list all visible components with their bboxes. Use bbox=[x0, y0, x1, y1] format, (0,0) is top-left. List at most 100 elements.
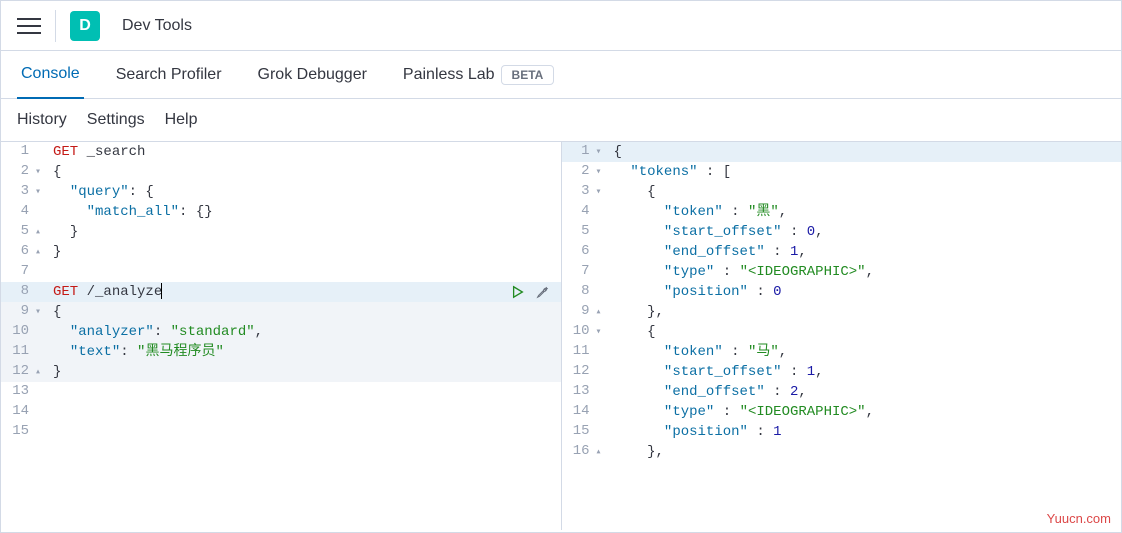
code-content: } bbox=[49, 242, 561, 262]
code-line[interactable]: 2▾ "tokens" : [ bbox=[562, 162, 1122, 182]
code-content: "text": "黑马程序员" bbox=[49, 342, 561, 362]
line-number: 8 bbox=[562, 281, 610, 303]
code-line[interactable]: 6 "end_offset" : 1, bbox=[562, 242, 1122, 262]
code-content: } bbox=[49, 222, 561, 242]
tab-search-profiler[interactable]: Search Profiler bbox=[112, 51, 226, 99]
code-line[interactable]: 4 "token" : "黑", bbox=[562, 202, 1122, 222]
code-content: "match_all": {} bbox=[49, 202, 561, 222]
code-line[interactable]: 5▴ } bbox=[1, 222, 561, 242]
code-line[interactable]: 11 "token" : "马", bbox=[562, 342, 1122, 362]
line-number: 7 bbox=[1, 261, 49, 283]
code-line[interactable]: 5 "start_offset" : 0, bbox=[562, 222, 1122, 242]
code-line[interactable]: 13 bbox=[1, 382, 561, 402]
code-line[interactable]: 9▾{ bbox=[1, 302, 561, 322]
line-number: 14 bbox=[1, 401, 49, 423]
code-content: { bbox=[610, 182, 1122, 202]
code-line[interactable]: 6▴} bbox=[1, 242, 561, 262]
line-number: 5▴ bbox=[1, 221, 49, 243]
top-bar: D Dev Tools bbox=[1, 1, 1121, 51]
line-number: 15 bbox=[1, 421, 49, 443]
sub-menu: History Settings Help bbox=[1, 99, 1121, 141]
line-number: 14 bbox=[562, 401, 610, 423]
run-request-icon[interactable] bbox=[509, 283, 527, 301]
code-line[interactable]: 11 "text": "黑马程序员" bbox=[1, 342, 561, 362]
code-line[interactable]: 4 "match_all": {} bbox=[1, 202, 561, 222]
code-content: "query": { bbox=[49, 182, 561, 202]
code-line[interactable]: 16▴ }, bbox=[562, 442, 1122, 462]
code-line[interactable]: 14 "type" : "<IDEOGRAPHIC>", bbox=[562, 402, 1122, 422]
code-content: "token" : "马", bbox=[610, 342, 1122, 362]
tab-label: Console bbox=[21, 65, 80, 83]
code-line[interactable]: 10▾ { bbox=[562, 322, 1122, 342]
line-number: 13 bbox=[1, 381, 49, 403]
code-line[interactable]: 9▴ }, bbox=[562, 302, 1122, 322]
code-line[interactable]: 10 "analyzer": "standard", bbox=[1, 322, 561, 342]
editor-area: 1 GET _search2▾{3▾ "query": {4 "match_al… bbox=[1, 141, 1121, 530]
line-number: 12▴ bbox=[1, 361, 49, 383]
request-editor[interactable]: 1 GET _search2▾{3▾ "query": {4 "match_al… bbox=[1, 142, 562, 530]
code-line[interactable]: 12▴} bbox=[1, 362, 561, 382]
line-number: 8 bbox=[1, 281, 49, 303]
line-number: 13 bbox=[562, 381, 610, 403]
code-line[interactable]: 3▾ "query": { bbox=[1, 182, 561, 202]
code-content: }, bbox=[610, 442, 1122, 462]
tab-painless-lab[interactable]: Painless Lab BETA bbox=[399, 51, 558, 99]
code-content: { bbox=[610, 142, 1122, 162]
code-content: "start_offset" : 0, bbox=[610, 222, 1122, 242]
line-number: 16▴ bbox=[562, 441, 610, 463]
code-content: GET /_analyze bbox=[49, 282, 561, 302]
code-line[interactable]: 1 GET _search bbox=[1, 142, 561, 162]
divider bbox=[55, 10, 56, 42]
tab-label: Painless Lab bbox=[403, 66, 495, 84]
line-number: 1▾ bbox=[562, 142, 610, 163]
tab-grok-debugger[interactable]: Grok Debugger bbox=[254, 51, 371, 99]
code-line[interactable]: 15 bbox=[1, 422, 561, 442]
app-logo[interactable]: D bbox=[70, 11, 100, 41]
tabs-bar: Console Search Profiler Grok Debugger Painl… bbox=[1, 51, 1121, 99]
line-number: 9▾ bbox=[1, 301, 49, 323]
code-line[interactable]: 2▾{ bbox=[1, 162, 561, 182]
code-content: } bbox=[49, 362, 561, 382]
line-number: 5 bbox=[562, 221, 610, 243]
submenu-help[interactable]: Help bbox=[165, 111, 198, 129]
line-number: 6 bbox=[562, 241, 610, 263]
beta-badge: BETA bbox=[501, 65, 555, 85]
code-line[interactable]: 15 "position" : 1 bbox=[562, 422, 1122, 442]
line-number: 1 bbox=[1, 142, 49, 163]
tab-console[interactable]: Console bbox=[17, 51, 84, 99]
request-options-icon[interactable] bbox=[533, 283, 551, 301]
watermark: Yuucn.com bbox=[1047, 511, 1111, 526]
code-content: "tokens" : [ bbox=[610, 162, 1122, 182]
code-content: "position" : 1 bbox=[610, 422, 1122, 442]
code-line[interactable]: 8 GET /_analyze bbox=[1, 282, 561, 302]
code-content: { bbox=[49, 162, 561, 182]
code-line[interactable]: 14 bbox=[1, 402, 561, 422]
code-content: "analyzer": "standard", bbox=[49, 322, 561, 342]
code-content: "token" : "黑", bbox=[610, 202, 1122, 222]
line-number: 9▴ bbox=[562, 301, 610, 323]
response-viewer[interactable]: 1▾{2▾ "tokens" : [3▾ {4 "token" : "黑",5 … bbox=[562, 142, 1122, 530]
hamburger-icon[interactable] bbox=[17, 14, 41, 38]
app-title: Dev Tools bbox=[122, 17, 192, 35]
line-number: 6▴ bbox=[1, 241, 49, 263]
code-content: "end_offset" : 1, bbox=[610, 242, 1122, 262]
submenu-settings[interactable]: Settings bbox=[87, 111, 145, 129]
code-line[interactable]: 12 "start_offset" : 1, bbox=[562, 362, 1122, 382]
code-line[interactable]: 8 "position" : 0 bbox=[562, 282, 1122, 302]
line-number: 11 bbox=[562, 341, 610, 363]
submenu-history[interactable]: History bbox=[17, 111, 67, 129]
code-line[interactable]: 7 bbox=[1, 262, 561, 282]
line-number: 12 bbox=[562, 361, 610, 383]
code-content: "type" : "<IDEOGRAPHIC>", bbox=[610, 402, 1122, 422]
line-number: 3▾ bbox=[562, 181, 610, 203]
tab-label: Search Profiler bbox=[116, 66, 222, 84]
code-content: "start_offset" : 1, bbox=[610, 362, 1122, 382]
code-line[interactable]: 7 "type" : "<IDEOGRAPHIC>", bbox=[562, 262, 1122, 282]
code-line[interactable]: 1▾{ bbox=[562, 142, 1122, 162]
code-content: { bbox=[49, 302, 561, 322]
line-number: 2▾ bbox=[562, 161, 610, 183]
code-line[interactable]: 3▾ { bbox=[562, 182, 1122, 202]
code-line[interactable]: 13 "end_offset" : 2, bbox=[562, 382, 1122, 402]
line-number: 10 bbox=[1, 321, 49, 343]
code-content: "position" : 0 bbox=[610, 282, 1122, 302]
